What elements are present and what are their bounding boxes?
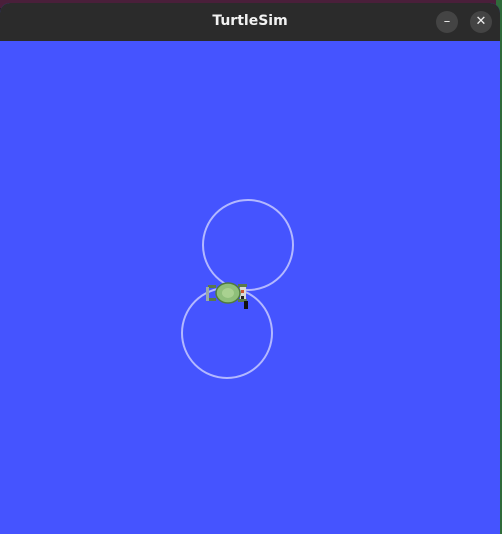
turtlesim-window: TurtleSim – ✕: [0, 3, 500, 534]
close-button[interactable]: ✕: [470, 11, 492, 33]
close-icon: ✕: [475, 14, 487, 29]
pen-trail-upper-circle: [202, 199, 294, 291]
turtle-canvas: [0, 41, 500, 534]
window-title: TurtleSim: [212, 13, 288, 29]
minimize-button[interactable]: –: [436, 11, 458, 33]
minimize-icon: –: [443, 14, 451, 29]
title-bar[interactable]: TurtleSim – ✕: [0, 3, 500, 42]
drawing-surface: [181, 199, 294, 379]
turtle-icon: [206, 282, 248, 309]
